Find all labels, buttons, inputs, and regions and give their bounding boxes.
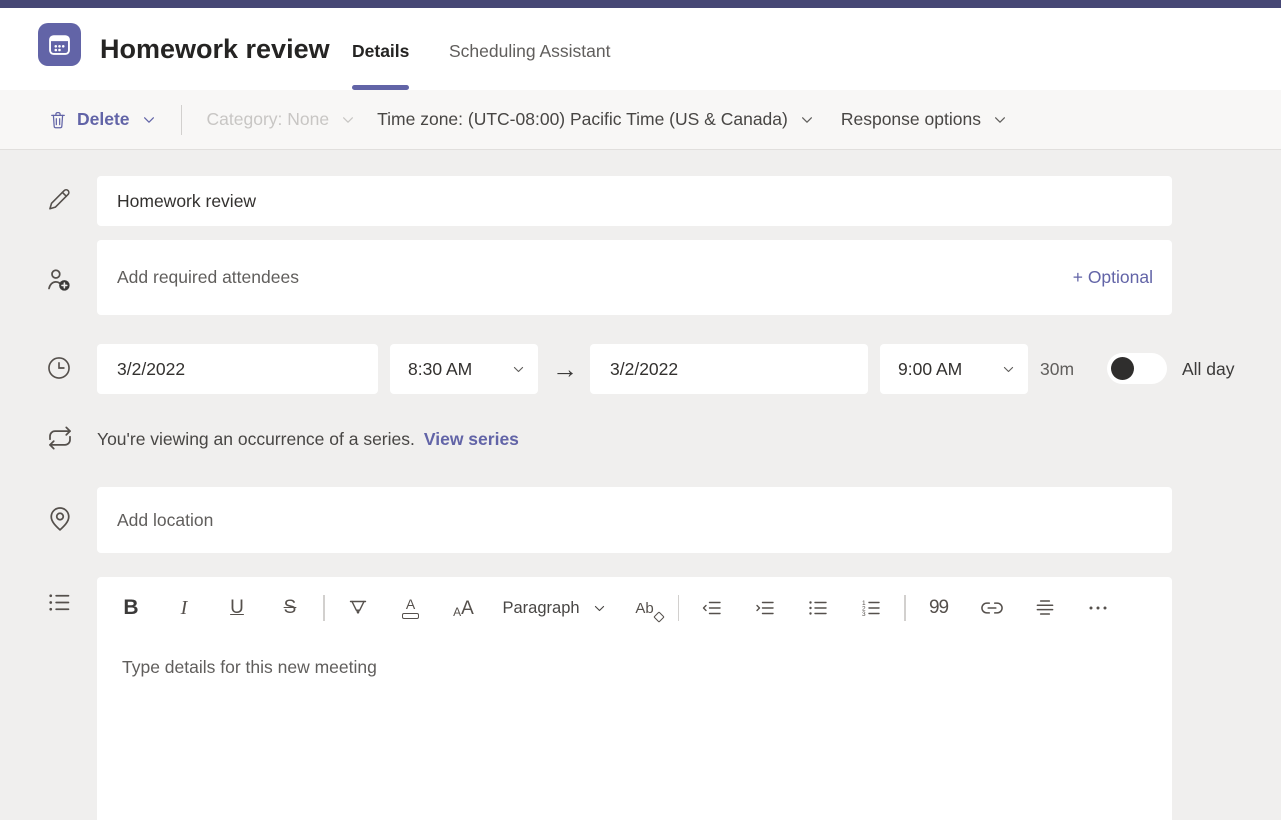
meeting-form: + Optional 8:30 AM → 9:00 AM [0,150,1281,820]
start-time-value: 8:30 AM [408,359,472,380]
bullet-list-icon [806,596,830,620]
command-bar: Delete Category: None Time zone: (UTC-08… [0,90,1281,150]
calendar-icon [46,31,73,58]
end-date-input[interactable] [590,344,868,394]
end-time-value: 9:00 AM [898,359,962,380]
numbered-list-icon: 1 2 3 [859,596,883,620]
underline-button[interactable]: U [217,588,257,628]
indent-icon [753,596,777,620]
response-options-label: Response options [841,109,981,130]
editor-toolbar: B I U S A [97,577,1172,639]
calendar-app-icon [38,23,81,66]
more-options-button[interactable] [1078,588,1118,628]
duration-label: 30m [1040,344,1074,394]
bullet-list-button[interactable] [798,588,838,628]
font-size-icon: AA [453,599,474,618]
page-title: Homework review [100,8,330,90]
trash-icon [48,110,68,130]
all-day-toggle[interactable] [1107,353,1167,384]
editor-toolbar-divider [904,595,906,621]
repeat-icon [45,423,75,453]
meeting-editor-window: Homework review Details Scheduling Assis… [0,0,1281,820]
map-pin-icon [45,503,75,533]
tab-details[interactable]: Details [352,8,409,90]
link-icon [979,595,1005,621]
font-size-button[interactable]: AA [444,588,484,628]
horizontal-rule-icon [1032,595,1058,621]
agenda-list-icon [46,589,73,616]
font-color-icon: A [402,597,419,619]
svg-text:3: 3 [862,611,866,618]
outdent-icon [700,596,724,620]
series-notice: You're viewing an occurrence of a series… [97,422,519,456]
category-label: Category: None [207,109,330,130]
person-add-icon [44,265,74,295]
numbered-list-button[interactable]: 1 2 3 [851,588,891,628]
toggle-knob [1111,357,1134,380]
series-message: You're viewing an occurrence of a series… [97,429,415,450]
all-day-label: All day [1182,344,1235,394]
description-editor: B I U S A [97,577,1172,820]
add-optional-attendees-button[interactable]: + Optional [1073,240,1169,315]
italic-button[interactable]: I [164,588,204,628]
pencil-icon [46,186,73,213]
font-color-button[interactable]: A [391,588,431,628]
chevron-down-icon [800,113,814,127]
arrow-right-icon: → [548,344,582,394]
response-options-dropdown[interactable]: Response options [841,109,1007,130]
clock-icon [45,354,73,382]
tab-scheduling-assistant[interactable]: Scheduling Assistant [449,8,611,90]
editor-toolbar-divider [678,595,680,621]
clear-format-icon: Ab [635,601,653,616]
horizontal-rule-button[interactable] [1025,588,1065,628]
clear-format-button[interactable]: Ab [625,588,665,628]
start-time-select[interactable]: 8:30 AM [390,344,538,394]
meeting-title-input[interactable] [97,176,1172,226]
editor-toolbar-divider [323,595,325,621]
category-dropdown[interactable]: Category: None [207,109,356,130]
paragraph-label: Paragraph [503,599,580,618]
chevron-down-icon [341,113,355,127]
location-input[interactable] [97,487,1172,553]
chevron-down-icon [1002,363,1015,376]
chevron-down-icon [512,363,525,376]
toolbar-divider [181,105,182,135]
datetime-row: 8:30 AM → 9:00 AM 30m All day [0,344,1281,394]
attendees-input[interactable] [97,240,1172,315]
end-time-select[interactable]: 9:00 AM [880,344,1028,394]
highlight-button[interactable] [338,588,378,628]
timezone-label: Time zone: (UTC-08:00) Pacific Time (US … [377,109,788,130]
timezone-dropdown[interactable]: Time zone: (UTC-08:00) Pacific Time (US … [377,109,814,130]
delete-button[interactable]: Delete [48,109,156,130]
description-input[interactable]: Type details for this new meeting [97,639,1172,759]
insert-link-button[interactable] [972,588,1012,628]
indent-button[interactable] [745,588,785,628]
window-top-bar [0,0,1281,8]
quote-button[interactable]: 99 [919,588,959,628]
more-horizontal-icon [1086,596,1110,620]
chevron-down-icon [593,602,606,615]
view-series-link[interactable]: View series [424,429,519,450]
delete-label: Delete [77,109,130,130]
chevron-down-icon [993,113,1007,127]
strikethrough-button[interactable]: S [270,588,310,628]
header: Homework review Details Scheduling Assis… [0,8,1281,90]
start-date-input[interactable] [97,344,378,394]
optional-link-label: + Optional [1073,267,1153,288]
chevron-down-icon [142,113,156,127]
bold-button[interactable]: B [111,588,151,628]
highlighter-icon [346,596,370,620]
outdent-button[interactable] [692,588,732,628]
paragraph-style-select[interactable]: Paragraph [497,588,612,628]
